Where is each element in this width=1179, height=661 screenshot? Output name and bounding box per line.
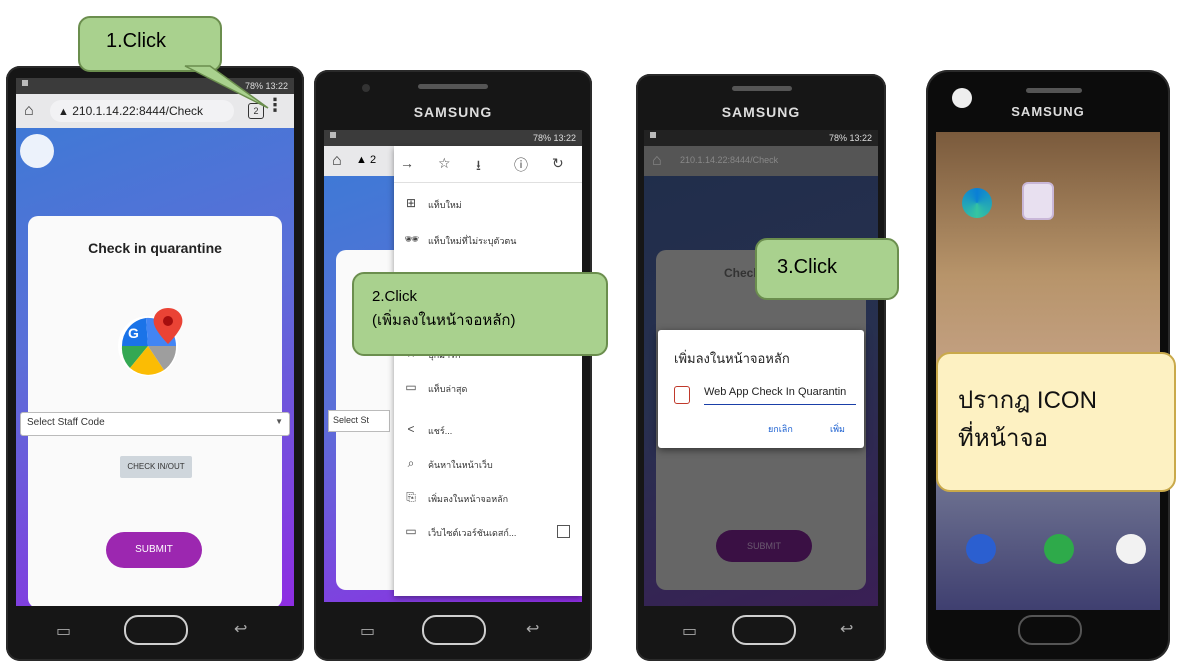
menu-item-recent-tabs[interactable]: ▭ แท็บล่าสุด — [394, 372, 582, 406]
menu-item-desktop-site[interactable]: ▭ เว็บไซต์เวอร์ชันเดสก์... — [394, 516, 582, 550]
callout-step-2: 2.Click (เพิ่มลงในหน้าจอหลัก) — [352, 272, 608, 356]
desktop-icon: ▭ — [405, 524, 417, 538]
status-bar: 78% 13:22 — [324, 130, 582, 146]
select-placeholder: Select St — [333, 415, 370, 425]
url-text: 210.1.14.22:8444/Check — [680, 155, 779, 165]
speaker-grille — [418, 84, 488, 89]
add-to-home-icon: ⎘ — [406, 490, 416, 504]
status-text: 78% 13:22 — [532, 133, 576, 143]
dialog-title: เพิ่มลงในหน้าจอหลัก — [674, 351, 790, 366]
shortcut-name-value: Web App Check In Quarantin — [704, 386, 847, 398]
callout-step-3: 3.Click — [755, 238, 899, 300]
home-button — [1018, 615, 1082, 645]
menu-item-incognito[interactable]: 🕶 แท็บใหม่ที่ไม่ระบุตัวตน — [394, 224, 582, 258]
speaker-grille — [732, 86, 792, 91]
home-button — [732, 615, 796, 645]
callout-step-2-line2: (เพิ่มลงในหน้าจอหลัก) — [372, 312, 516, 329]
phone-3-nav: ▭ ↩ — [636, 601, 886, 661]
recents-icon: ▭ — [682, 623, 698, 640]
url-text: 2 — [370, 154, 377, 166]
app-icon — [674, 386, 690, 404]
front-camera — [362, 84, 370, 92]
callout-step-4-line1: ปรากฎ ICON — [958, 387, 1097, 414]
browser-url-bar: ⌂ 210.1.14.22:8444/Check — [644, 146, 878, 176]
home-icon[interactable]: ⌂ — [332, 152, 342, 170]
download-icon[interactable]: ⭳ — [476, 155, 481, 179]
menu-item-new-tab[interactable]: ⊞ แท็บใหม่ — [394, 188, 582, 222]
warning-icon: ▲ — [356, 154, 367, 166]
phone-2-screen: 78% 13:22 ⌂ ▲ 2 Select St → ☆ ⭳ ⓘ ↻ ⊞ แท… — [324, 130, 582, 602]
menu-item-share[interactable]: < แชร์... — [394, 414, 582, 448]
home-icon: ⌂ — [652, 152, 662, 169]
apps-grid-icon[interactable] — [1116, 534, 1146, 564]
incognito-icon: 🕶 — [404, 232, 420, 246]
home-button — [422, 615, 486, 645]
back-icon: ↩ — [526, 621, 540, 638]
callout-step-2-line1: 2.Click — [372, 288, 418, 305]
new-tab-icon: ⊞ — [405, 196, 417, 210]
edge-browser-icon[interactable] — [962, 188, 992, 218]
reload-icon[interactable]: ↻ — [552, 155, 564, 172]
staff-code-select[interactable]: Select St — [328, 410, 390, 432]
callout-step-4-line2: ที่หน้าจอ — [958, 425, 1048, 452]
bookmark-star-icon[interactable]: ☆ — [438, 155, 451, 172]
find-icon: ⌕ — [407, 456, 415, 470]
info-icon[interactable]: ⓘ — [514, 155, 528, 175]
submit-button: SUBMIT — [716, 530, 812, 562]
internet-app-icon[interactable] — [966, 534, 996, 564]
phone-2-nav: ▭ ↩ — [314, 601, 592, 661]
status-text: 78% 13:22 — [828, 133, 872, 143]
recents-icon: ▭ — [360, 623, 376, 640]
desktop-checkbox[interactable] — [557, 525, 570, 538]
phone-3: SAMSUNG 78% 13:22 ⌂ 210.1.14.22:8444/Che… — [636, 74, 886, 661]
menu-toolbar: → ☆ ⭳ ⓘ ↻ — [394, 146, 582, 183]
menu-item-add-to-home[interactable]: ⎘ เพิ่มลงในหน้าจอหลัก — [394, 482, 582, 516]
dock — [936, 522, 1160, 582]
phone-4-nav — [926, 601, 1170, 661]
browser-menu: → ☆ ⭳ ⓘ ↻ ⊞ แท็บใหม่ 🕶 แท็บใหม่ที่ไม่ระบ… — [394, 146, 582, 596]
brand-logo: SAMSUNG — [413, 104, 493, 120]
menu-item-find-in-page[interactable]: ⌕ ค้นหาในหน้าเว็บ — [394, 448, 582, 482]
submit-label: SUBMIT — [746, 541, 781, 551]
callout-step-3-text: 3.Click — [777, 256, 838, 278]
add-to-home-dialog: เพิ่มลงในหน้าจอหลัก Web App Check In Qua… — [658, 330, 864, 448]
web-app-shortcut-icon[interactable] — [1022, 182, 1054, 220]
shortcut-name-input[interactable]: Web App Check In Quarantin — [704, 386, 856, 405]
speaker-grille — [1026, 88, 1082, 93]
back-icon: ↩ — [840, 621, 854, 638]
add-button[interactable]: เพิ่ม — [830, 422, 845, 436]
cancel-button[interactable]: ยกเลิก — [768, 422, 793, 436]
phone-2: SAMSUNG 78% 13:22 ⌂ ▲ 2 Select St → ☆ ⭳ … — [314, 70, 592, 661]
brand-logo: SAMSUNG — [1011, 104, 1085, 119]
status-bar: 78% 13:22 — [644, 130, 878, 146]
notification-icon — [330, 132, 336, 138]
brand-logo: SAMSUNG — [721, 104, 801, 120]
forward-icon[interactable]: → — [400, 155, 414, 171]
callout-step-4: ปรากฎ ICON ที่หน้าจอ — [936, 352, 1176, 492]
share-icon: < — [407, 422, 415, 436]
phone-3-screen: 78% 13:22 ⌂ 210.1.14.22:8444/Check Check… — [644, 130, 878, 606]
notification-icon — [650, 132, 656, 138]
recent-tabs-icon: ▭ — [405, 380, 417, 394]
phone-app-icon[interactable] — [1044, 534, 1074, 564]
